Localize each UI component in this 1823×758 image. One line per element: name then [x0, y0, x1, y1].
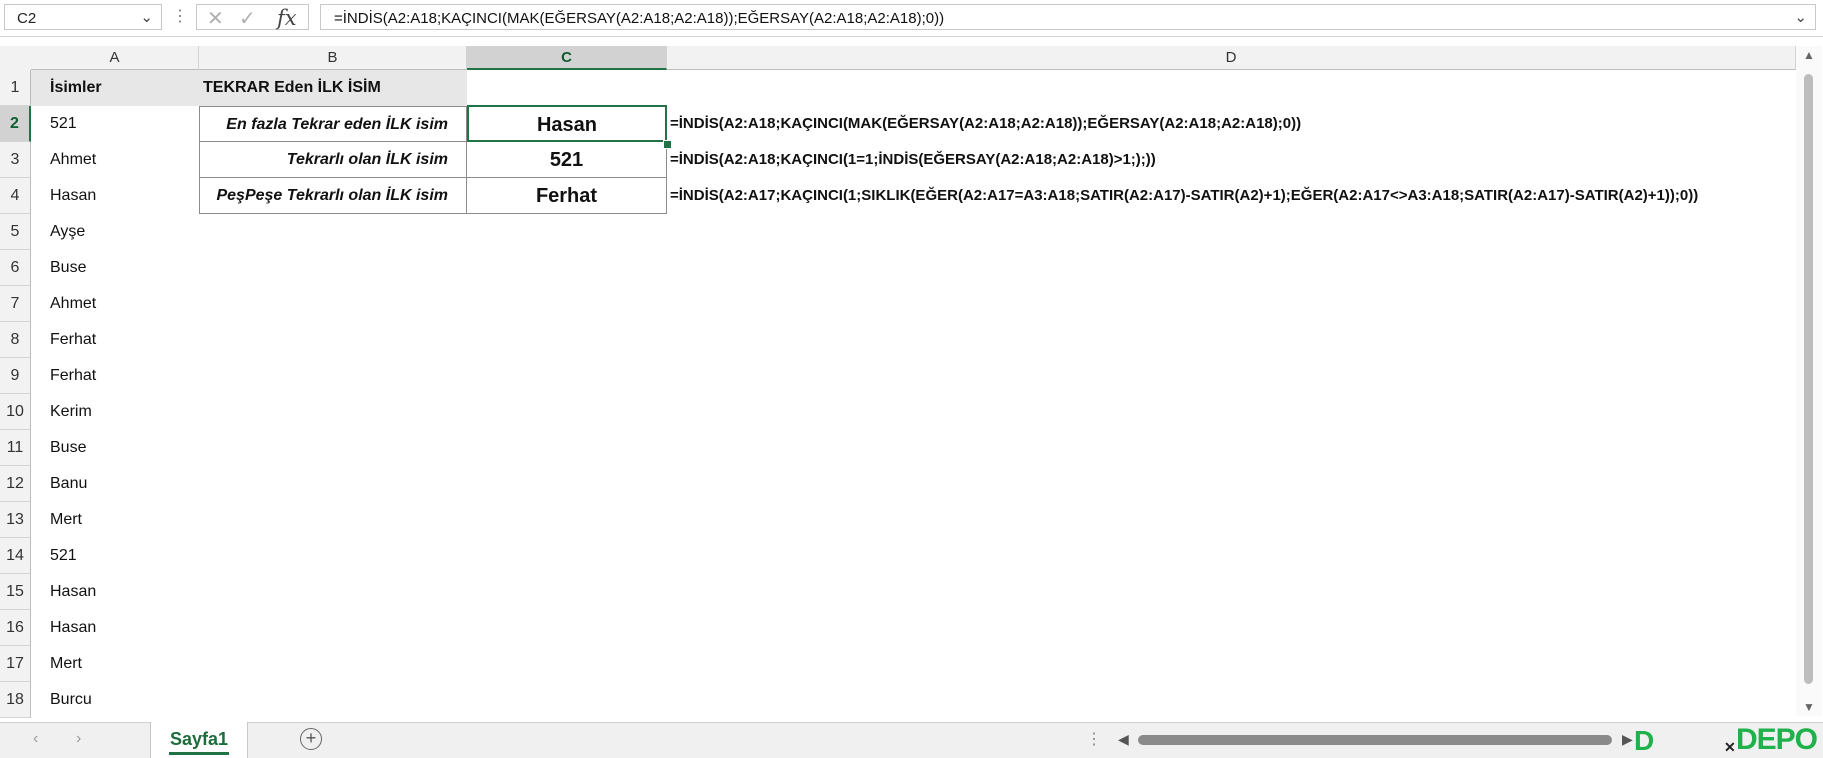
cell-c3-value[interactable]: 521: [467, 142, 667, 178]
cell-name[interactable]: Hasan: [31, 178, 199, 214]
scroll-up-icon[interactable]: ▲: [1803, 48, 1815, 62]
cell-d2-formula[interactable]: =İNDİS(A2:A18;KAÇINCI(MAK(EĞERSAY(A2:A18…: [670, 106, 1301, 142]
row-header[interactable]: 18: [0, 682, 31, 718]
cell-c2-active[interactable]: Hasan: [467, 105, 667, 142]
cell-name[interactable]: Ahmet: [31, 142, 199, 178]
cell-name[interactable]: Hasan: [31, 574, 199, 610]
row-header[interactable]: 3: [0, 142, 31, 178]
cell-name[interactable]: Mert: [31, 646, 199, 682]
watermark-x: ✕: [1724, 739, 1736, 755]
add-sheet-icon[interactable]: +: [300, 728, 322, 750]
expand-formula-icon[interactable]: ⌄: [1794, 8, 1807, 26]
more-dots-icon[interactable]: ⋮: [1086, 729, 1102, 749]
row-header[interactable]: 12: [0, 466, 31, 502]
horizontal-scroll-thumb[interactable]: [1138, 735, 1612, 745]
row-header[interactable]: 5: [0, 214, 31, 250]
chevron-left-icon[interactable]: ‹: [33, 730, 38, 748]
row-header[interactable]: 1: [0, 70, 31, 106]
column-header-b[interactable]: B: [199, 46, 467, 70]
cell-c4-value[interactable]: Ferhat: [467, 178, 667, 214]
row-header[interactable]: 2: [0, 106, 31, 142]
watermark-brand: DEPO: [1736, 723, 1818, 756]
chevron-right-icon[interactable]: ›: [76, 730, 81, 748]
cell-name[interactable]: Ferhat: [31, 358, 199, 394]
cell-name[interactable]: Mert: [31, 502, 199, 538]
row-header[interactable]: 8: [0, 322, 31, 358]
cell-name[interactable]: Ferhat: [31, 322, 199, 358]
cancel-icon[interactable]: ✕: [207, 6, 224, 31]
row-header[interactable]: 16: [0, 610, 31, 646]
row-header[interactable]: 6: [0, 250, 31, 286]
cell-b2-label[interactable]: En fazla Tekrar eden İLK isim: [199, 106, 467, 142]
cell-name[interactable]: 521: [31, 106, 199, 142]
column-header-a[interactable]: A: [31, 46, 199, 70]
column-header-c[interactable]: C: [467, 46, 667, 70]
sheet-tab-sayfa1[interactable]: Sayfa1: [150, 722, 248, 758]
row-header[interactable]: 7: [0, 286, 31, 322]
watermark-logo-icon: D: [1634, 725, 1655, 756]
cell-name[interactable]: Buse: [31, 250, 199, 286]
cell-name[interactable]: Banu: [31, 466, 199, 502]
vertical-scrollbar[interactable]: ▲ ▼: [1796, 46, 1822, 716]
formula-text: =İNDİS(A2:A18;KAÇINCI(MAK(EĞERSAY(A2:A18…: [334, 10, 945, 27]
formula-input[interactable]: =İNDİS(A2:A18;KAÇINCI(MAK(EĞERSAY(A2:A18…: [320, 4, 1816, 30]
cell-b1[interactable]: TEKRAR Eden İLK İSİM: [199, 70, 467, 106]
cell-name[interactable]: Ayşe: [31, 214, 199, 250]
cell-name[interactable]: Ahmet: [31, 286, 199, 322]
row-header[interactable]: 11: [0, 430, 31, 466]
row-header[interactable]: 13: [0, 502, 31, 538]
select-all-corner[interactable]: [0, 46, 32, 71]
cell-name[interactable]: Hasan: [31, 610, 199, 646]
cell-name[interactable]: Burcu: [31, 682, 199, 718]
cell-name[interactable]: Kerim: [31, 394, 199, 430]
row-header[interactable]: 9: [0, 358, 31, 394]
scroll-left-icon[interactable]: ◀: [1118, 731, 1129, 748]
insert-function-icon[interactable]: fx: [277, 6, 297, 30]
formula-bar: C2 ⌄ ⋮ ✕ ✓ fx =İNDİS(A2:A18;KAÇINCI(MAK(…: [0, 0, 1823, 37]
scroll-right-icon[interactable]: ▶: [1622, 731, 1633, 748]
vertical-scroll-thumb[interactable]: [1804, 74, 1813, 684]
cell-name[interactable]: 521: [31, 538, 199, 574]
cell-d4-formula[interactable]: =İNDİS(A2:A17;KAÇINCI(1;SIKLIK(EĞER(A2:A…: [670, 178, 1698, 214]
check-icon[interactable]: ✓: [239, 6, 256, 31]
cell-d3-formula[interactable]: =İNDİS(A2:A18;KAÇINCI(1=1;İNDİS(EĞERSAY(…: [670, 142, 1156, 178]
cell-name[interactable]: Buse: [31, 430, 199, 466]
cell-b4-label[interactable]: PeşPeşe Tekrarlı olan İLK isim: [199, 178, 467, 214]
row-header[interactable]: 17: [0, 646, 31, 682]
name-box[interactable]: C2 ⌄: [4, 4, 162, 30]
row-header[interactable]: 14: [0, 538, 31, 574]
row-header[interactable]: 10: [0, 394, 31, 430]
chevron-down-icon[interactable]: ⌄: [140, 8, 153, 26]
more-dots-icon[interactable]: ⋮: [172, 6, 188, 26]
formula-buttons: ✕ ✓ fx: [196, 4, 309, 30]
cell-b3-label[interactable]: Tekrarlı olan İLK isim: [199, 142, 467, 178]
row-header[interactable]: 4: [0, 178, 31, 214]
scroll-down-icon[interactable]: ▼: [1803, 700, 1815, 714]
cell-a1[interactable]: İsimler: [31, 70, 199, 106]
name-box-value: C2: [17, 10, 37, 27]
sheet-tab-bar: ‹ › Sayfa1 + ⋮ ◀ ▶ D ✕ DEPO: [0, 722, 1823, 758]
row-header[interactable]: 15: [0, 574, 31, 610]
column-header-d[interactable]: D: [667, 46, 1796, 70]
